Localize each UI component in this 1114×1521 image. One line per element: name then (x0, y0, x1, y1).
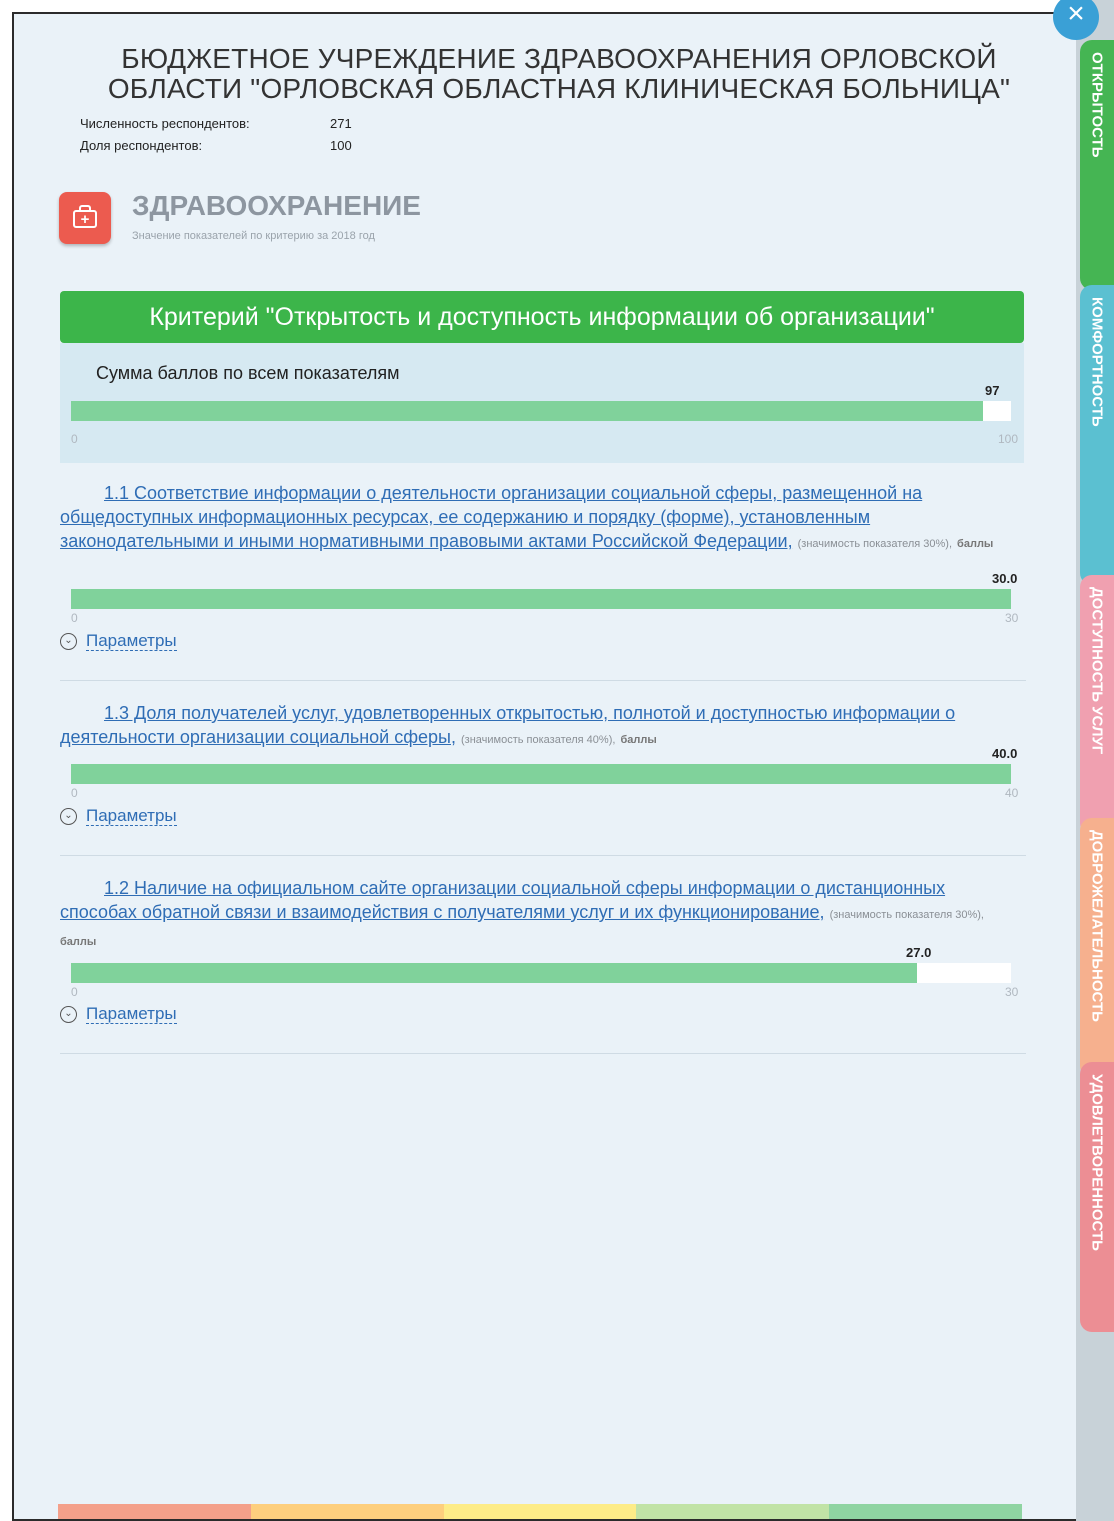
tab-satisfaction-label: УДОВЛЕТВОРЕННОСТЬ (1088, 1074, 1106, 1251)
indicator-3-value: 27.0 (906, 945, 932, 960)
sum-label: Сумма баллов по всем показателям (96, 363, 400, 383)
indicator-2-progress-bar (71, 764, 1011, 784)
respondents-label: Численность респондентов: (80, 116, 250, 131)
sum-axis-max: 100 (998, 432, 1019, 446)
medical-bag-icon: + (59, 192, 111, 244)
indicator-3-axis-max: 30 (1005, 985, 1019, 999)
tab-openness[interactable]: ОТКРЫТОСТЬ (1080, 40, 1114, 290)
indicator-2-value: 40.0 (992, 746, 1018, 761)
sum-progress-fill (71, 401, 983, 421)
indicator-1-link[interactable]: 1.1 Соответствие информации о деятельнос… (60, 483, 922, 551)
share-label: Доля респондентов: (80, 138, 203, 153)
indicator-1-progress-fill (71, 589, 1011, 609)
tab-friendliness[interactable]: ДОБРОЖЕЛАТЕЛЬНОСТЬ (1080, 818, 1114, 1078)
legend-item-unsatisfactory: Неудовлетворительно (58, 1504, 251, 1519)
rating-legend: Неудовлетворительно Ниже среднего Удовле… (58, 1504, 1022, 1519)
indicator-2-unit: баллы (620, 734, 657, 746)
sum-value: 97 (985, 383, 1000, 398)
indicator-2-axis-min: 0 (71, 786, 78, 800)
indicator-3-unit: баллы (60, 936, 97, 948)
legend-item-good: Хорошо (636, 1504, 830, 1519)
domain-title: ЗДРАВООХРАНЕНИЕ (132, 190, 421, 221)
sum-progress-bar (71, 401, 1011, 421)
indicator-2-progress-fill (71, 764, 1011, 784)
indicator-1-text: 1.1 Соответствие информации о деятельнос… (60, 481, 1025, 556)
tab-accessibility[interactable]: ДОСТУПНОСТЬ УСЛУГ (1080, 575, 1114, 835)
indicator-1-value: 30.0 (992, 571, 1018, 586)
criteria-side-tabs: ОТКРЫТОСТЬ КОМФОРТНОСТЬ ДОСТУПНОСТЬ УСЛУ… (1076, 0, 1114, 1521)
criterion-header: Критерий "Открытость и доступность инфор… (60, 291, 1024, 343)
indicator-2-weight: (значимость показателя 40%), (461, 734, 616, 746)
indicator-2-params-label[interactable]: Параметры (86, 806, 177, 826)
tab-satisfaction[interactable]: УДОВЛЕТВОРЕННОСТЬ (1080, 1062, 1114, 1332)
organization-title-line2: ОБЛАСТИ "ОРЛОВСКАЯ ОБЛАСТНАЯ КЛИНИЧЕСКАЯ… (107, 73, 1011, 104)
legend-item-satisfactory: Удовлетворительно (443, 1504, 637, 1519)
divider (60, 1053, 1026, 1054)
share-value: 100 (330, 138, 352, 153)
legend-item-excellent: Отлично (829, 1504, 1022, 1519)
indicator-1-weight: (значимость показателя 30%), (797, 538, 953, 550)
indicator-2-params-toggle[interactable]: ⌄ Параметры (60, 806, 177, 826)
chevron-down-icon: ⌄ (60, 633, 77, 651)
indicator-1-params-toggle[interactable]: ⌄ Параметры (60, 631, 177, 651)
tab-accessibility-label: ДОСТУПНОСТЬ УСЛУГ (1088, 587, 1106, 755)
respondents-count: Численность респондентов: 271 (80, 116, 352, 131)
indicator-1-axis-min: 0 (71, 611, 78, 625)
tab-comfort[interactable]: КОМФОРТНОСТЬ (1080, 285, 1114, 585)
indicator-2-text: 1.3 Доля получателей услуг, удовлетворен… (60, 701, 1025, 752)
tab-openness-label: ОТКРЫТОСТЬ (1088, 52, 1106, 158)
indicator-1-unit: баллы (957, 538, 994, 550)
indicator-3-params-toggle[interactable]: ⌄ Параметры (60, 1004, 177, 1024)
organization-title-line1: БЮДЖЕТНОЕ УЧРЕЖДЕНИЕ ЗДРАВООХРАНЕНИЯ ОРЛ… (121, 43, 997, 74)
indicator-3-text: 1.2 Наличие на официальном сайте организ… (60, 876, 1025, 954)
indicator-1-progress-bar (71, 589, 1011, 609)
indicator-3-link[interactable]: 1.2 Наличие на официальном сайте организ… (60, 878, 945, 922)
tab-friendliness-label: ДОБРОЖЕЛАТЕЛЬНОСТЬ (1088, 830, 1106, 1022)
tab-comfort-label: КОМФОРТНОСТЬ (1088, 297, 1106, 427)
chevron-down-icon: ⌄ (60, 1006, 77, 1024)
sum-axis-min: 0 (71, 432, 78, 446)
indicator-3-params-label[interactable]: Параметры (86, 1004, 177, 1024)
report-modal: БЮДЖЕТНОЕ УЧРЕЖДЕНИЕ ЗДРАВООХРАНЕНИЯ ОРЛ… (12, 12, 1078, 1521)
divider (60, 855, 1026, 856)
criterion-sum-panel: Сумма баллов по всем показателям 97 0 10… (60, 343, 1024, 463)
indicator-3-progress-bar (71, 963, 1011, 983)
indicator-3-weight: (значимость показателя 30%), (829, 909, 984, 921)
legend-item-below-average: Ниже среднего (250, 1504, 444, 1519)
respondents-share: Доля респондентов: 100 (80, 138, 352, 153)
chevron-down-icon: ⌄ (60, 808, 77, 826)
domain-subtitle: Значение показателей по критерию за 2018… (132, 230, 375, 242)
indicator-1-params-label[interactable]: Параметры (86, 631, 177, 651)
respondents-value: 271 (330, 116, 352, 131)
indicator-2-axis-max: 40 (1005, 786, 1019, 800)
divider (60, 680, 1026, 681)
indicator-3-axis-min: 0 (71, 985, 78, 999)
organization-title: БЮДЖЕТНОЕ УЧРЕЖДЕНИЕ ЗДРАВООХРАНЕНИЯ ОРЛ… (74, 44, 1044, 104)
indicator-3-progress-fill (71, 963, 917, 983)
indicator-1-axis-max: 30 (1005, 611, 1019, 625)
